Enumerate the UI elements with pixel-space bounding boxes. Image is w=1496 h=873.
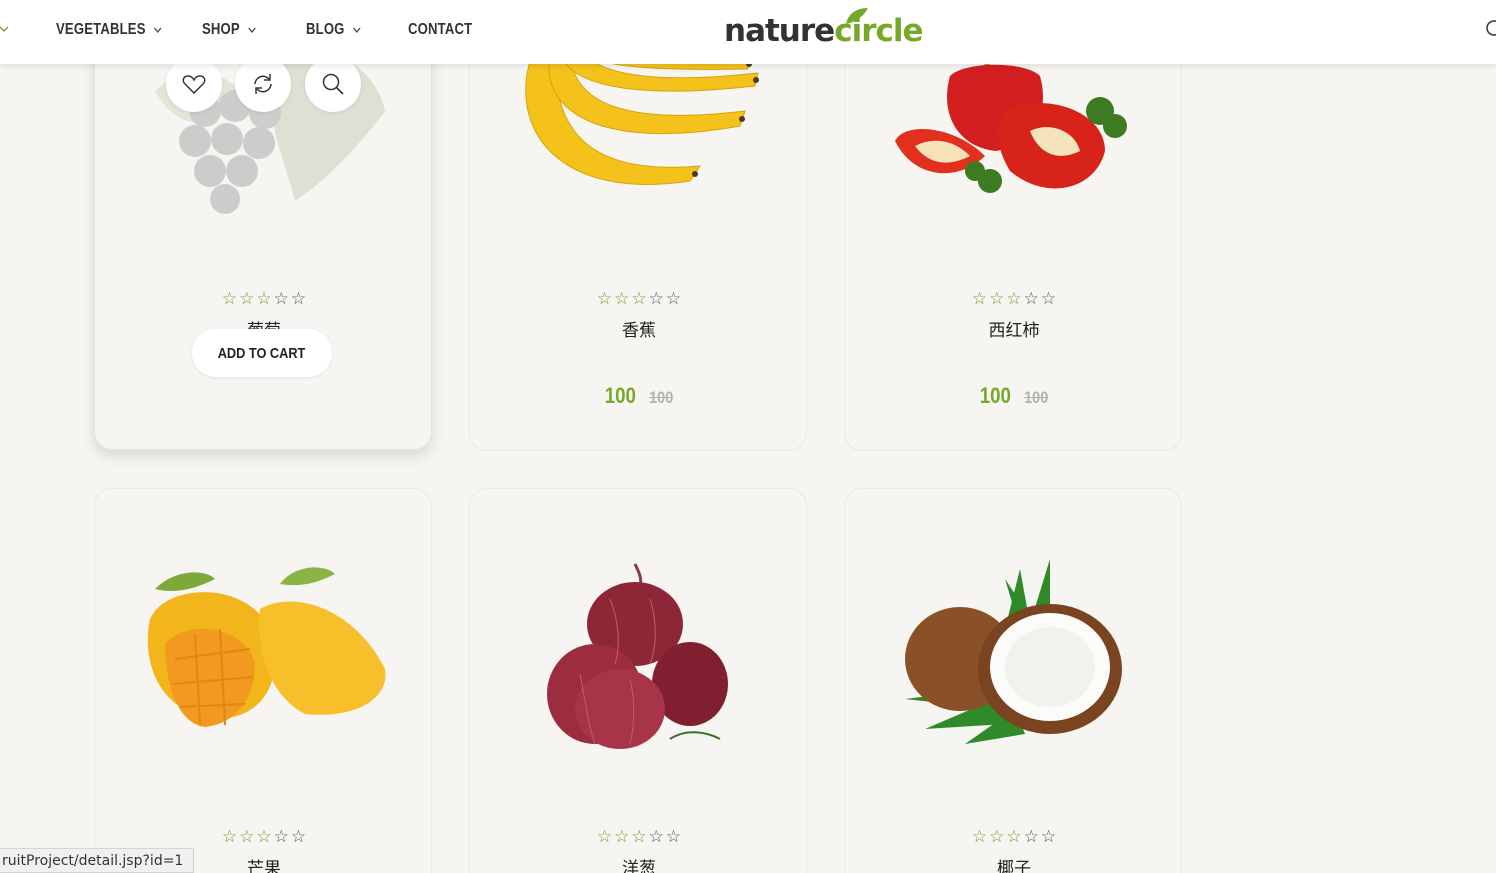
chevron-down-icon [353, 27, 361, 33]
star-filled-icon: ☆ [614, 289, 630, 309]
rating-stars: ☆ ☆ ☆ ☆ ☆ [470, 289, 806, 309]
product-card[interactable]: ☆ ☆ ☆ ☆ ☆ 西红柿 100 100 [844, 30, 1182, 451]
star-empty-icon: ☆ [273, 827, 289, 847]
compare-button[interactable] [235, 56, 291, 112]
current-price: 100 [979, 383, 1012, 408]
rating-stars: ☆ ☆ ☆ ☆ ☆ [95, 827, 431, 847]
star-filled-icon: ☆ [614, 827, 630, 847]
star-filled-icon: ☆ [989, 827, 1005, 847]
product-card[interactable]: ☆ ☆ ☆ ☆ ☆ 洋葱 [469, 488, 807, 873]
product-price: 100 100 [470, 383, 806, 409]
current-price: 100 [604, 383, 637, 408]
star-empty-icon: ☆ [290, 827, 307, 847]
product-name[interactable]: 洋葱 [470, 854, 806, 873]
add-to-cart-button[interactable]: ADD TO CART [192, 329, 332, 377]
product-name[interactable]: 西红柿 [845, 316, 1181, 341]
nav-contact[interactable]: CONTACT [408, 18, 472, 42]
star-filled-icon: ☆ [596, 289, 613, 309]
nav-label: CONTACT [408, 21, 473, 38]
star-empty-icon: ☆ [1023, 827, 1039, 847]
mango-image [147, 567, 386, 727]
old-price: 100 [1024, 388, 1049, 407]
star-filled-icon: ☆ [631, 827, 647, 847]
add-to-cart-label: ADD TO CART [218, 344, 306, 362]
logo-text-nature: nature [724, 13, 835, 49]
product-card[interactable]: ☆ ☆ ☆ ☆ ☆ 香蕉 100 100 [469, 30, 807, 451]
rating-stars: ☆ ☆ ☆ ☆ ☆ [845, 827, 1181, 847]
heart-icon [182, 75, 206, 95]
star-empty-icon: ☆ [1040, 289, 1057, 309]
star-filled-icon: ☆ [631, 289, 647, 309]
star-empty-icon: ☆ [665, 827, 682, 847]
search-icon [322, 73, 344, 95]
star-filled-icon: ☆ [239, 289, 255, 309]
star-filled-icon: ☆ [256, 827, 272, 847]
star-filled-icon: ☆ [1006, 289, 1022, 309]
star-filled-icon: ☆ [239, 827, 255, 847]
star-empty-icon: ☆ [273, 289, 289, 309]
nav-blog[interactable]: BLOG [306, 18, 361, 42]
star-filled-icon: ☆ [971, 827, 988, 847]
star-empty-icon: ☆ [648, 827, 664, 847]
user-icon[interactable] [1484, 18, 1496, 38]
star-filled-icon: ☆ [221, 827, 238, 847]
rating-stars: ☆ ☆ ☆ ☆ ☆ [470, 827, 806, 847]
product-price: 100 100 [845, 383, 1181, 409]
chevron-down-icon [154, 27, 162, 33]
product-name[interactable]: 椰子 [845, 854, 1181, 873]
chevron-down-icon [0, 26, 8, 33]
chevron-down-icon [248, 27, 256, 33]
star-empty-icon: ☆ [290, 289, 307, 309]
nav-label: VEGETABLES [56, 21, 146, 38]
star-empty-icon: ☆ [1023, 289, 1039, 309]
banana-image [525, 38, 759, 185]
coconut-image [905, 559, 1122, 744]
old-price: 100 [649, 388, 674, 407]
rating-stars: ☆ ☆ ☆ ☆ ☆ [845, 289, 1181, 309]
onion-image [547, 563, 728, 749]
product-card[interactable]: ☆ ☆ ☆ ☆ ☆ 芒果 [94, 488, 432, 873]
star-filled-icon: ☆ [1006, 827, 1022, 847]
star-filled-icon: ☆ [971, 289, 988, 309]
refresh-icon [254, 74, 272, 94]
nav-label: SHOP [202, 21, 240, 38]
nav-label: BLOG [306, 21, 345, 38]
browser-status-bar: ruitProject/detail.jsp?id=1 [0, 848, 195, 873]
quick-view-button[interactable] [305, 56, 361, 112]
star-empty-icon: ☆ [665, 289, 682, 309]
leaf-icon [846, 8, 868, 24]
site-logo[interactable]: naturecircle [724, 6, 934, 56]
wishlist-button[interactable] [166, 56, 222, 112]
star-filled-icon: ☆ [989, 289, 1005, 309]
star-filled-icon: ☆ [596, 827, 613, 847]
nav-shop[interactable]: SHOP [202, 18, 256, 42]
rating-stars: ☆ ☆ ☆ ☆ ☆ [95, 289, 431, 309]
product-card[interactable]: ☆☆☆☆☆ 葡萄 ADD TO CART [94, 30, 432, 450]
star-filled-icon: ☆ [221, 289, 238, 309]
site-header: VEGETABLES SHOP BLOG CONTACT naturecircl… [0, 0, 1496, 64]
red-pepper-image [895, 31, 1127, 193]
product-name[interactable]: 香蕉 [470, 316, 806, 341]
star-empty-icon: ☆ [1040, 827, 1057, 847]
star-empty-icon: ☆ [648, 289, 664, 309]
product-card[interactable]: ☆ ☆ ☆ ☆ ☆ 椰子 [844, 488, 1182, 873]
nav-vegetables[interactable]: VEGETABLES [56, 18, 162, 42]
star-filled-icon: ☆ [256, 289, 272, 309]
